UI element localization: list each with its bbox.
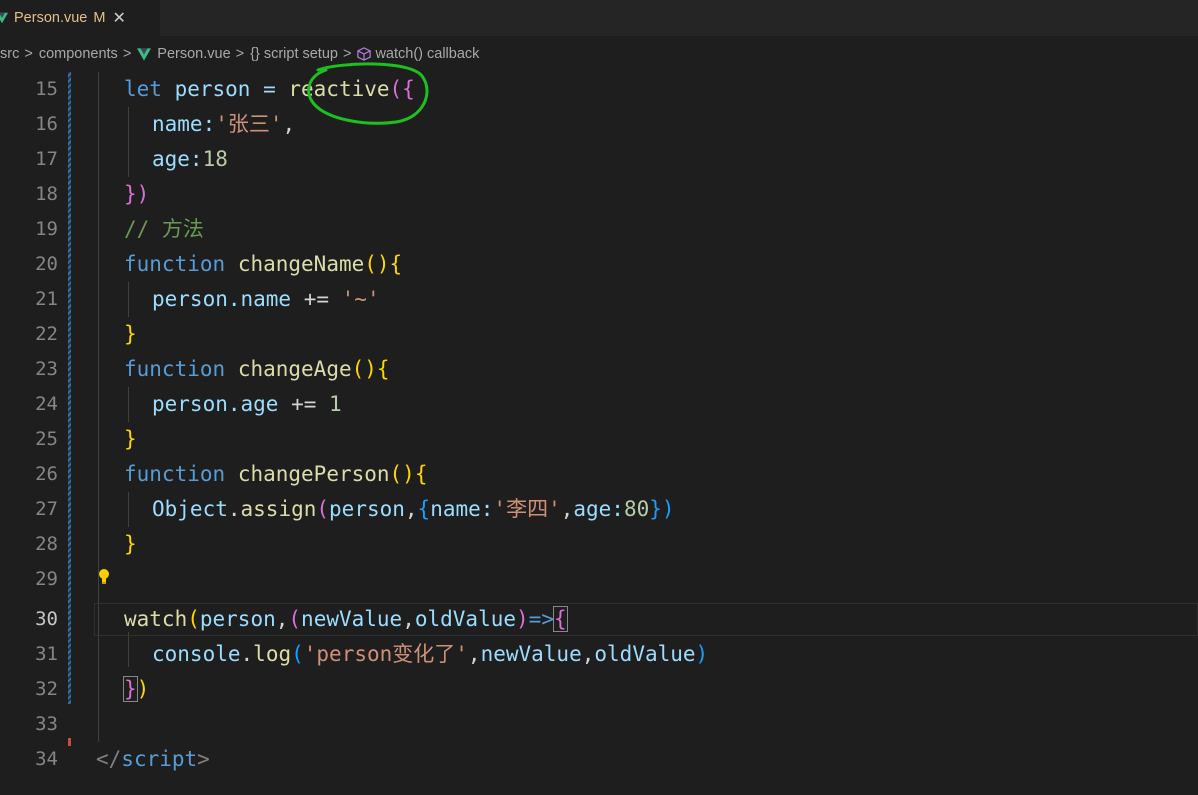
code-text: name:'张三', [152,112,296,136]
tab-filename: Person.vue [14,10,88,26]
line-number: 33 [35,713,58,735]
line-number-active: 30 [35,608,58,630]
code-line: 34 </script> [0,742,1198,777]
line-number: 27 [35,498,58,520]
code-text: person.age += 1 [152,392,342,416]
lightbulb-icon[interactable] [97,568,111,586]
breadcrumb-file[interactable]: Person.vue [157,46,230,62]
code-text: watch(person,(newValue,oldValue)=>{ [124,606,568,632]
method-cube-icon [357,47,372,61]
line-number: 15 [35,78,58,100]
chevron-right-icon: > [235,46,245,62]
code-line: 28 } [0,527,1198,562]
tab-person-vue[interactable]: Person.vue M ✕ [0,0,160,36]
line-number: 26 [35,463,58,485]
code-line: 19 // 方法 [0,212,1198,247]
code-line: 20 function changeName(){ [0,247,1198,282]
code-text: } [124,427,137,451]
code-line: 31 console.log('person变化了',newValue,oldV… [0,637,1198,672]
code-text: function changeAge(){ [124,357,390,381]
code-text: function changeName(){ [124,252,403,276]
vue-logo-icon [0,12,8,24]
code-line: 23 function changeAge(){ [0,352,1198,387]
code-text: </script> [96,747,210,771]
line-number: 29 [35,568,58,590]
code-line: 29 [0,562,1198,597]
line-number: 19 [35,218,58,240]
annotation-circle [307,62,429,125]
code-text: function changePerson(){ [124,462,428,486]
code-text: }) [124,182,150,206]
code-line: 22 } [0,317,1198,352]
line-number: 18 [35,183,58,205]
code-line: 33 [0,707,1198,742]
code-text: }) [123,676,150,702]
vue-logo-icon [137,47,152,61]
line-number: 34 [35,748,58,770]
line-number: 31 [35,643,58,665]
line-number: 32 [35,678,58,700]
code-line: 30 watch(person,(newValue,oldValue)=>{ [0,602,1198,637]
code-line: 32 }) [0,672,1198,707]
breadcrumb: src > components > Person.vue > {} scrip… [0,36,1198,72]
code-line: 25 } [0,422,1198,457]
code-line: 27 Object.assign(person,{name:'李四',age:8… [0,492,1198,527]
code-line: 15 let person = reactive({ [0,72,1198,107]
code-text: person.name += '~' [152,287,380,311]
code-line: 16 name:'张三', [0,107,1198,142]
close-tab-icon[interactable]: ✕ [112,8,125,28]
code-text: } [124,532,137,556]
line-number: 23 [35,358,58,380]
code-text: console.log('person变化了',newValue,oldValu… [152,642,709,666]
code-text: } [124,322,137,346]
modified-indicator: M [93,10,106,26]
line-number: 22 [35,323,58,345]
code-line: 17 age:18 [0,142,1198,177]
line-number: 28 [35,533,58,555]
line-number: 20 [35,253,58,275]
line-number: 16 [35,113,58,135]
chevron-right-icon: > [122,46,132,62]
code-line: 21 person.name += '~' [0,282,1198,317]
code-editor[interactable]: 15 let person = reactive({ 16 name:'张三',… [0,62,1198,795]
code-text: age:18 [152,147,228,171]
code-text: Object.assign(person,{name:'李四',age:80}) [152,497,675,521]
code-line: 35 [0,777,1198,795]
line-number: 21 [35,288,58,310]
code-line: 26 function changePerson(){ [0,457,1198,492]
line-number: 17 [35,148,58,170]
code-line: 18 }) [0,177,1198,212]
chevron-right-icon: > [24,46,33,62]
line-number: 35 [0,777,58,795]
code-text: // 方法 [124,217,204,241]
line-number: 24 [35,393,58,415]
editor-tab-bar: Person.vue M ✕ [0,0,1198,36]
line-number: 25 [35,428,58,450]
code-line: 24 person.age += 1 [0,387,1198,422]
breadcrumb-src[interactable]: src [0,46,19,62]
breadcrumb-components[interactable]: components [39,46,118,62]
